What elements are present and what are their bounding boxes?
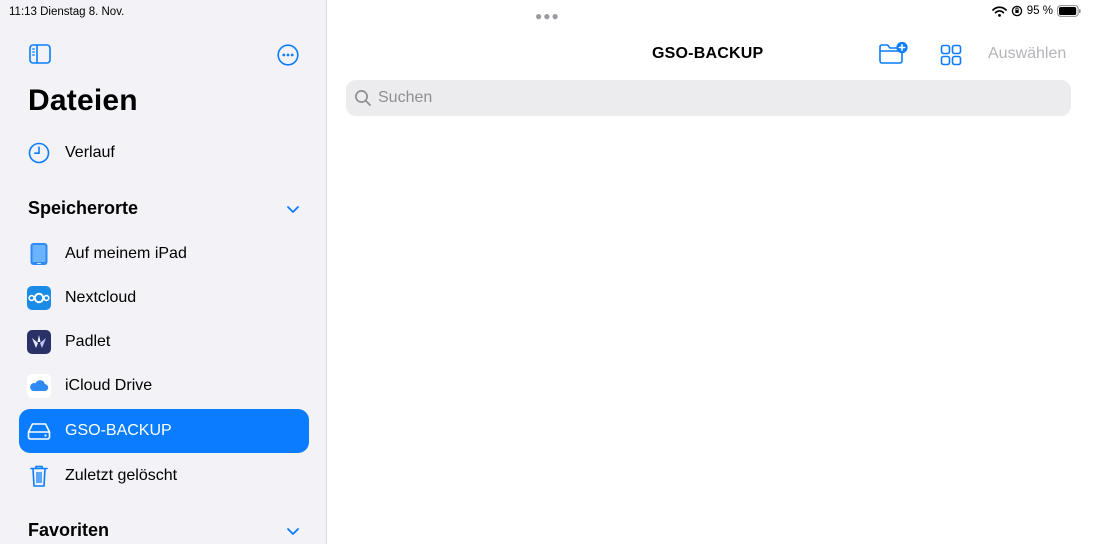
files-app-window: 11:13 Dienstag 8. Nov. Dateien Verlauf S… bbox=[0, 0, 1095, 544]
sidebar-toggle-icon[interactable] bbox=[29, 44, 51, 64]
sidebar-item-gso-backup[interactable]: GSO-BACKUP bbox=[19, 409, 309, 453]
grid-view-icon[interactable] bbox=[940, 44, 962, 66]
section-header-locations[interactable]: Speicherorte bbox=[28, 198, 300, 219]
select-button[interactable]: Auswählen bbox=[988, 45, 1066, 63]
sidebar-item-label: Padlet bbox=[65, 333, 111, 350]
search-icon bbox=[355, 90, 371, 106]
sidebar-item-nextcloud[interactable]: Nextcloud bbox=[19, 276, 309, 320]
sidebar-item-icloud-drive[interactable]: iCloud Drive bbox=[19, 364, 309, 408]
sidebar-item-label: GSO-BACKUP bbox=[65, 422, 172, 439]
sidebar-item-padlet[interactable]: Padlet bbox=[19, 320, 309, 364]
clock-icon bbox=[27, 141, 51, 165]
sidebar: 11:13 Dienstag 8. Nov. Dateien Verlauf S… bbox=[0, 0, 327, 544]
ipad-icon bbox=[27, 242, 51, 266]
sidebar-item-recents[interactable]: Verlauf bbox=[19, 131, 309, 175]
sidebar-item-label: Verlauf bbox=[65, 144, 115, 161]
trash-icon bbox=[27, 464, 51, 488]
sidebar-item-label: iCloud Drive bbox=[65, 377, 153, 394]
orientation-lock-icon bbox=[1011, 5, 1023, 17]
sidebar-item-label: Nextcloud bbox=[65, 289, 137, 306]
external-drive-icon bbox=[27, 419, 51, 443]
sidebar-item-on-my-ipad[interactable]: Auf meinem iPad bbox=[19, 232, 309, 276]
more-options-icon[interactable] bbox=[277, 44, 299, 66]
section-title: Speicherorte bbox=[28, 198, 139, 218]
sidebar-item-label: Auf meinem iPad bbox=[65, 245, 187, 262]
chevron-down-icon[interactable] bbox=[286, 204, 300, 214]
sidebar-title: Dateien bbox=[28, 84, 138, 117]
nextcloud-icon bbox=[27, 286, 51, 310]
sidebar-item-recently-deleted[interactable]: Zuletzt gelöscht bbox=[19, 454, 309, 498]
search-bar[interactable] bbox=[346, 80, 1071, 116]
status-time-date: 11:13 Dienstag 8. Nov. bbox=[9, 6, 125, 18]
new-folder-icon[interactable] bbox=[878, 41, 908, 65]
battery-icon bbox=[1057, 5, 1081, 17]
multitasking-dots-icon[interactable]: ●●● bbox=[535, 9, 560, 23]
folder-title: GSO-BACKUP bbox=[652, 45, 764, 62]
sidebar-item-label: Zuletzt gelöscht bbox=[65, 467, 178, 484]
section-header-favorites[interactable]: Favoriten bbox=[28, 520, 300, 541]
section-title: Favoriten bbox=[28, 520, 110, 540]
chevron-down-icon[interactable] bbox=[286, 526, 300, 536]
wifi-icon bbox=[991, 5, 1007, 17]
status-indicators: 95 % bbox=[991, 5, 1081, 17]
battery-percentage: 95 % bbox=[1026, 5, 1053, 17]
padlet-icon bbox=[27, 330, 51, 354]
search-input[interactable] bbox=[378, 89, 1058, 107]
icloud-icon bbox=[27, 374, 51, 398]
